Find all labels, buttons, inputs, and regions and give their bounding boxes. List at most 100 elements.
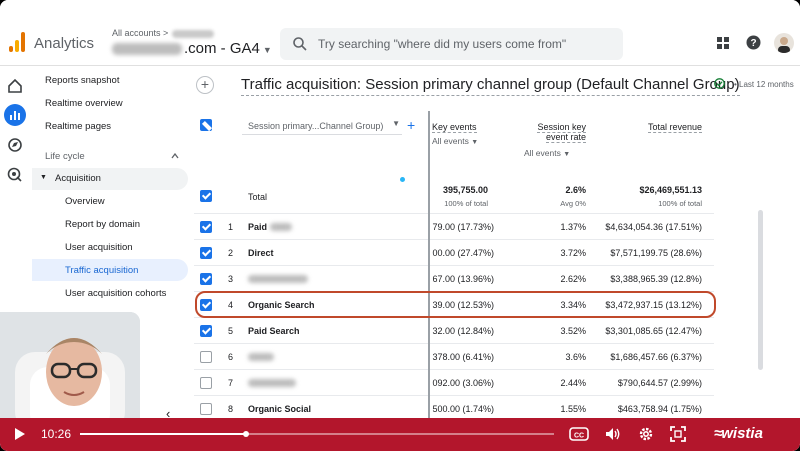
nav-user-acquisition-cohorts[interactable]: User acquisition cohorts: [65, 288, 166, 299]
search-box[interactable]: Try searching "where did my users come f…: [280, 28, 623, 60]
row-label: Paid: [248, 222, 268, 232]
add-comparison-button[interactable]: +: [196, 76, 214, 94]
analytics-logo-icon: [9, 32, 25, 52]
redacted-account: [172, 29, 215, 38]
search-placeholder: Try searching "where did my users come f…: [318, 37, 567, 51]
table-row[interactable]: 1 Paid 79.00 (17.73%) 1.37% $4,634,054.3…: [194, 213, 714, 239]
svg-text:CC: CC: [574, 433, 584, 440]
apps-grid-icon[interactable]: [716, 36, 730, 50]
row-rate: 3.52%: [560, 326, 586, 336]
home-icon[interactable]: [6, 77, 24, 95]
col-key-events-filter[interactable]: All events ▼: [432, 136, 478, 146]
fullscreen-icon[interactable]: [669, 425, 687, 443]
row-index: 5: [228, 326, 234, 336]
property-selector[interactable]: .com - GA4 ▼: [112, 40, 272, 57]
add-dimension-button[interactable]: +: [407, 117, 415, 133]
row-checkbox[interactable]: [200, 325, 212, 337]
col-session-key-event-rate[interactable]: Session key event rate: [524, 122, 586, 143]
row-rate: 1.37%: [560, 222, 586, 232]
row-checkbox[interactable]: [200, 273, 212, 285]
scrollbar[interactable]: [758, 210, 763, 370]
nav-traffic-acquisition[interactable]: Traffic acquisition: [65, 265, 138, 276]
row-index: 2: [228, 248, 234, 258]
total-checkbox[interactable]: [200, 190, 212, 202]
total-revenue: $26,469,551.13: [639, 185, 702, 195]
redacted-domain: [112, 43, 182, 56]
account-breadcrumb[interactable]: All accounts >: [112, 28, 215, 38]
row-checkbox[interactable]: [200, 377, 212, 389]
row-revenue: $463,758.94 (1.75%): [617, 404, 702, 414]
col-total-revenue[interactable]: Total revenue: [634, 122, 702, 133]
nav-section-life-cycle[interactable]: Life cycle: [45, 151, 85, 162]
wistia-logo[interactable]: ≈wistia: [714, 425, 763, 442]
nav-acquisition[interactable]: Acquisition: [55, 173, 101, 184]
total-rate: 2.6%: [565, 185, 586, 195]
table-row[interactable]: 7 092.00 (3.06%) 2.44% $790,644.57 (2.99…: [194, 369, 714, 395]
row-checkbox[interactable]: [200, 403, 212, 415]
row-checkbox[interactable]: [200, 247, 212, 259]
redacted-label: [248, 353, 274, 361]
row-rate: 2.44%: [560, 378, 586, 388]
settings-gear-icon[interactable]: [637, 425, 655, 443]
nav-report-by-domain[interactable]: Report by domain: [65, 219, 140, 230]
row-label: Paid Search: [248, 326, 300, 336]
advertising-icon[interactable]: [6, 166, 24, 184]
explore-icon[interactable]: [6, 136, 24, 154]
captions-icon[interactable]: CC: [569, 426, 589, 442]
search-icon: [293, 37, 307, 51]
reports-icon[interactable]: [4, 104, 26, 126]
help-icon[interactable]: ?: [746, 35, 761, 50]
volume-icon[interactable]: [604, 426, 622, 442]
row-index: 6: [228, 352, 234, 362]
row-checkbox[interactable]: [200, 351, 212, 363]
nav-reports-snapshot[interactable]: Reports snapshot: [45, 75, 119, 86]
col-rate-filter[interactable]: All events ▼: [524, 148, 570, 158]
row-key-events: 378.00 (6.41%): [432, 352, 494, 362]
table-row[interactable]: 6 378.00 (6.41%) 3.6% $1,686,457.66 (6.3…: [194, 343, 714, 369]
row-revenue: $7,571,199.75 (28.6%): [610, 248, 702, 258]
row-revenue: $1,686,457.66 (6.37%): [610, 352, 702, 362]
cursor-dot: [400, 177, 405, 182]
row-index: 3: [228, 274, 234, 284]
row-revenue: $790,644.57 (2.99%): [617, 378, 702, 388]
col-key-events-label: Key events: [432, 122, 477, 133]
nav-overview[interactable]: Overview: [65, 196, 105, 207]
date-range[interactable]: • Last 12 months: [734, 80, 794, 89]
chevron-up-icon[interactable]: [171, 153, 179, 159]
nav-realtime-overview[interactable]: Realtime overview: [45, 98, 123, 109]
wistia-wordmark: wistia: [721, 425, 763, 442]
row-key-events: 79.00 (17.73%): [432, 222, 494, 232]
presenter-image: [0, 312, 140, 432]
row-index: 8: [228, 404, 234, 414]
dimension-selector[interactable]: Session primary...Channel Group) ▼: [242, 119, 402, 135]
seek-bar-knob[interactable]: [242, 431, 249, 437]
total-label: Total: [248, 192, 268, 202]
row-revenue: $3,301,085.65 (12.47%): [605, 326, 702, 336]
redacted-label: [248, 379, 296, 387]
caret-down-icon[interactable]: ▼: [40, 174, 47, 181]
nav-realtime-pages[interactable]: Realtime pages: [45, 121, 111, 132]
presenter-webcam: [0, 312, 140, 432]
report-main: + Traffic acquisition: Session primary c…: [194, 66, 800, 451]
row-revenue: $3,388,965.39 (12.8%): [610, 274, 702, 284]
caret-down-icon: ▼: [262, 45, 272, 55]
redacted-label: [270, 223, 292, 231]
col-key-events[interactable]: Key events: [432, 122, 477, 133]
video-player-bar: 10:26 CC ≈wistia: [0, 418, 800, 451]
table-row[interactable]: 5 Paid Search 32.00 (12.84%) 3.52% $3,30…: [194, 317, 714, 343]
row-index: 7: [228, 378, 234, 388]
nav-user-acquisition[interactable]: User acquisition: [65, 242, 133, 253]
playback-time: 10:26: [41, 427, 72, 441]
svg-text:?: ?: [750, 38, 756, 49]
play-icon[interactable]: [14, 427, 26, 441]
table-row[interactable]: 2 Direct 00.00 (27.47%) 3.72% $7,571,199…: [194, 239, 714, 265]
avatar[interactable]: [774, 33, 794, 53]
table-row[interactable]: 3 67.00 (13.96%) 2.62% $3,388,965.39 (12…: [194, 265, 714, 291]
column-resize-divider[interactable]: [428, 111, 430, 451]
row-label: Organic Social: [248, 404, 312, 414]
select-all-checkbox[interactable]: [200, 119, 212, 131]
total-revenue-sub: 100% of total: [658, 199, 702, 208]
report-title: Traffic acquisition: Session primary cha…: [241, 76, 740, 96]
row-key-events: 092.00 (3.06%): [432, 378, 494, 388]
row-checkbox[interactable]: [200, 221, 212, 233]
